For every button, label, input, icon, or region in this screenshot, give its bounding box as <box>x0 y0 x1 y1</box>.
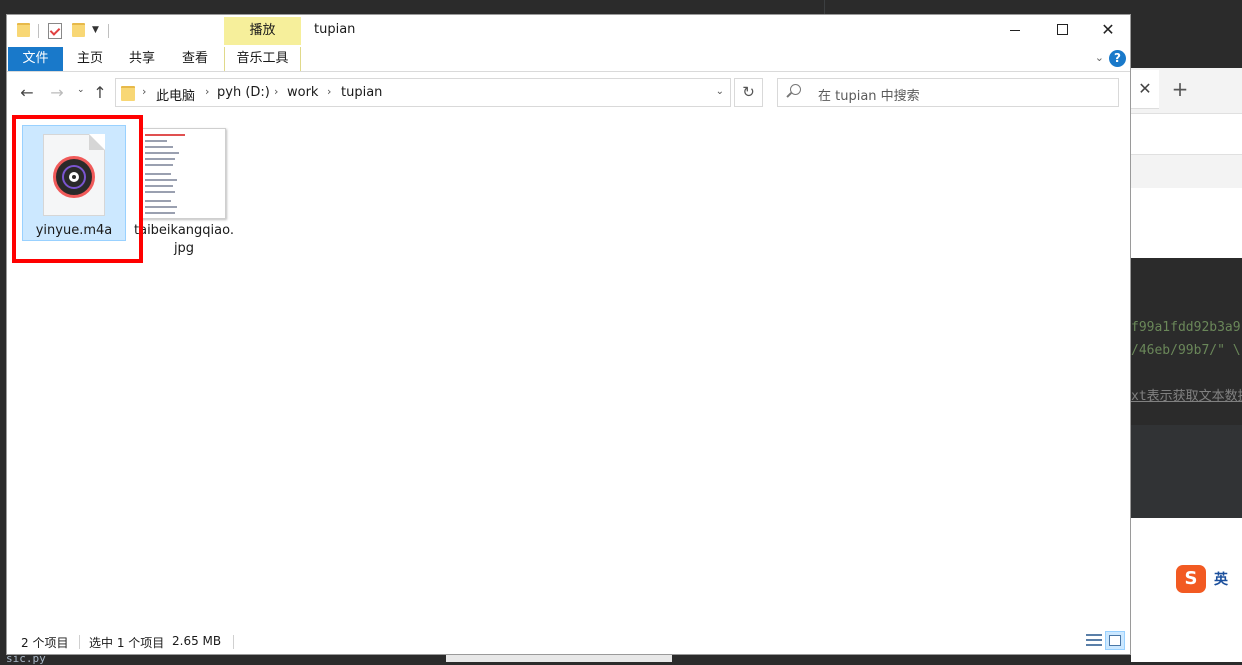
thumbnail-text <box>145 152 179 154</box>
file-name-line1: taibeikangqiao. <box>134 223 234 238</box>
context-group-play: 播放 <box>224 17 301 45</box>
details-line <box>1086 639 1102 641</box>
details-view-icon[interactable] <box>1086 633 1102 647</box>
item-count: 2 个项目 <box>21 636 69 650</box>
properties-icon[interactable] <box>48 23 62 39</box>
browser-toolbar <box>1131 113 1242 155</box>
tab-file[interactable]: 文件 <box>8 47 63 71</box>
code-line: /46eb/99b7/" \ <box>1131 343 1241 358</box>
maximize-button[interactable] <box>1039 15 1085 45</box>
background-code-panel <box>1131 425 1242 518</box>
title-bar: ▼ 播放 tupian ✕ <box>7 15 1130 47</box>
status-bar: 2 个项目 选中 1 个项目 2.65 MB <box>7 630 1130 654</box>
ime-mode-label: 英 <box>1214 572 1228 588</box>
background-editor-right <box>1131 0 1242 68</box>
toolbar-separator <box>38 24 39 38</box>
address-bar[interactable]: › 此电脑 › pyh (D:) › work › tupian ⌄ <box>115 78 731 107</box>
breadcrumb-separator[interactable]: › <box>274 85 278 98</box>
breadcrumb-separator[interactable]: › <box>142 85 146 98</box>
status-separator <box>79 635 80 649</box>
search-placeholder: 在 tupian 中搜索 <box>818 89 920 104</box>
tab-music-tools[interactable]: 音乐工具 <box>224 47 301 71</box>
file-item-taibeikangqiao[interactable]: taibeikangqiao. jpg <box>132 125 236 265</box>
thumbnail-text <box>145 185 173 187</box>
ime-indicator[interactable]: S 英 <box>1176 565 1242 593</box>
large-icons-view-icon[interactable] <box>1105 631 1125 650</box>
toolbar-separator <box>108 24 109 38</box>
breadcrumb-separator[interactable]: › <box>205 85 209 98</box>
code-line: f99a1fdd92b3a9 <box>1131 320 1241 335</box>
ribbon-expand-icon[interactable]: ⌄ <box>1095 51 1104 64</box>
status-separator <box>233 635 234 649</box>
new-folder-icon[interactable] <box>72 23 85 37</box>
image-thumbnail <box>140 128 226 219</box>
ribbon-tabs: 文件 主页 共享 查看 音乐工具 ⌄ ? <box>7 47 1130 72</box>
thumbnail-text <box>145 200 171 202</box>
background-bottom-panel <box>446 655 672 662</box>
file-name-line2: jpg <box>173 241 195 256</box>
thumbnail-text <box>145 212 175 214</box>
search-box[interactable]: 在 tupian 中搜索 <box>777 78 1119 107</box>
address-dropdown-icon[interactable]: ⌄ <box>716 86 724 97</box>
refresh-button[interactable]: ↻ <box>734 78 763 107</box>
up-button[interactable]: ↑ <box>89 83 111 103</box>
sogou-logo-icon: S <box>1176 565 1206 593</box>
selection-count: 选中 1 个项目 <box>89 636 165 650</box>
minimize-button[interactable] <box>993 15 1039 45</box>
forward-button[interactable]: → <box>46 83 68 103</box>
breadcrumb-separator[interactable]: › <box>327 85 331 98</box>
folder-icon <box>121 86 135 101</box>
browser-tab-close-icon[interactable]: ✕ <box>1131 70 1159 109</box>
thumbnail-text <box>145 158 175 160</box>
thumbnail-text <box>145 173 171 175</box>
breadcrumb-this-pc[interactable]: 此电脑 <box>156 85 195 104</box>
editor-divider <box>824 0 825 14</box>
background-editor-top <box>0 0 1242 14</box>
folder-icon <box>17 23 30 37</box>
tab-home[interactable]: 主页 <box>65 47 115 71</box>
browser-content <box>1131 188 1242 258</box>
thumbnail-text <box>145 191 175 193</box>
window-title: tupian <box>314 22 356 37</box>
back-button[interactable]: ← <box>16 83 38 103</box>
file-explorer-window: ▼ 播放 tupian ✕ 文件 主页 共享 查看 音乐工具 ⌄ ? ← → ⌄… <box>6 14 1131 655</box>
details-line <box>1086 634 1102 636</box>
selection-size: 2.65 MB <box>172 634 222 648</box>
tab-share[interactable]: 共享 <box>117 47 167 71</box>
breadcrumb-work[interactable]: work <box>287 85 318 100</box>
search-icon <box>790 84 801 95</box>
thumbnail-text <box>145 134 185 136</box>
thumbnail-text <box>145 164 173 166</box>
breadcrumb-drive[interactable]: pyh (D:) <box>217 85 270 100</box>
recent-locations-icon[interactable]: ⌄ <box>77 85 85 95</box>
close-button[interactable]: ✕ <box>1085 15 1131 45</box>
help-icon[interactable]: ? <box>1109 50 1126 67</box>
red-highlight-box <box>12 115 143 263</box>
code-comment: xt表示获取文本数据 <box>1131 389 1242 404</box>
file-list[interactable]: yinyue.m4a taibeikangqiao. jpg <box>7 113 1130 630</box>
details-line <box>1086 644 1102 646</box>
quick-access-dropdown-icon[interactable]: ▼ <box>92 25 99 35</box>
tab-view[interactable]: 查看 <box>170 47 220 71</box>
thumbnail-text <box>145 146 173 148</box>
browser-new-tab-button[interactable]: + <box>1165 70 1195 108</box>
thumbnail-text <box>145 140 167 142</box>
thumbnail-text <box>145 206 177 208</box>
thumbnail-text <box>145 179 177 181</box>
navigation-bar: ← → ⌄ ↑ › 此电脑 › pyh (D:) › work › tupian… <box>7 72 1130 113</box>
breadcrumb-tupian[interactable]: tupian <box>341 85 382 100</box>
